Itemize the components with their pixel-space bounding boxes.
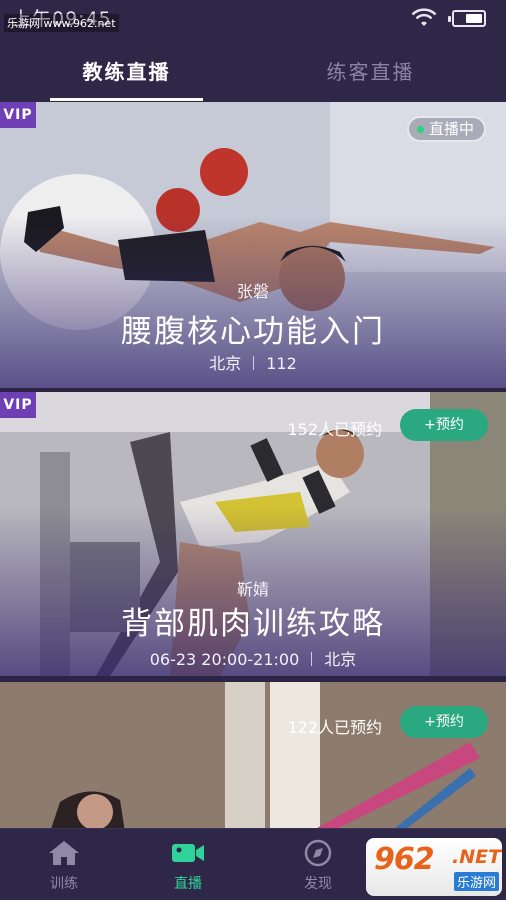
tab-coach-live[interactable]: 教练直播 xyxy=(0,56,253,85)
logo-site-name: 乐游网 xyxy=(454,872,500,891)
nav-label: 训练 xyxy=(50,876,78,892)
coach-name: 张磐 xyxy=(236,282,269,301)
home-icon xyxy=(49,841,79,865)
course-title: 腰腹核心功能入门 xyxy=(121,314,385,350)
booked-count: 122人已预约 xyxy=(287,718,382,737)
active-tab-indicator xyxy=(50,98,203,101)
logo-number: 962 xyxy=(374,842,435,877)
live-tabs: 教练直播 练客直播 xyxy=(0,40,506,102)
battery-icon xyxy=(448,10,486,27)
course-meta: 北京 112 xyxy=(0,350,506,374)
watermark: 乐游网 www.962.net xyxy=(4,14,119,32)
compass-icon xyxy=(304,839,332,867)
nav-live[interactable]: 直播 xyxy=(138,839,238,893)
upcoming-course-card[interactable]: VIP 152人已预约 +预约 靳婧 背部肌肉训练攻略 06-23 20:00-… xyxy=(0,392,506,676)
meta-divider xyxy=(253,356,255,370)
nav-training[interactable]: 训练 xyxy=(14,839,114,893)
logo-suffix: .NET xyxy=(452,846,502,868)
book-button[interactable]: +预约 xyxy=(400,706,488,738)
book-button[interactable]: +预约 xyxy=(400,409,488,441)
meta-divider xyxy=(311,652,313,666)
coach-name: 靳婧 xyxy=(236,580,269,599)
wifi-icon xyxy=(411,8,437,26)
course-title: 背部肌肉训练攻略 xyxy=(121,606,385,642)
upcoming-course-card[interactable]: 122人已预约 +预约 xyxy=(0,682,506,832)
live-course-card[interactable]: VIP 直播中 张磐 腰腹核心功能入门 北京 112 xyxy=(0,102,506,388)
live-status-badge: 直播中 xyxy=(406,116,486,142)
nav-label: 发现 xyxy=(304,876,332,892)
course-photo xyxy=(0,682,506,832)
course-city: 北京 xyxy=(209,354,242,373)
live-status-text: 直播中 xyxy=(428,120,474,138)
nav-label: 直播 xyxy=(174,876,202,892)
booked-count: 152人已预约 xyxy=(287,420,382,439)
vip-badge: VIP xyxy=(0,392,36,418)
site-logo: 962 .NET 乐游网 xyxy=(366,838,502,896)
live-dot-icon xyxy=(416,126,424,133)
status-bar: 上午09:45 乐游网 www.962.net xyxy=(0,0,506,40)
nav-discover[interactable]: 发现 xyxy=(268,839,368,893)
course-meta: 06-23 20:00-21:00 北京 xyxy=(0,646,506,670)
video-camera-icon xyxy=(172,844,204,862)
vip-badge: VIP xyxy=(0,102,36,128)
course-time: 06-23 20:00-21:00 xyxy=(149,650,300,669)
course-city: 北京 xyxy=(324,650,357,669)
tab-member-live[interactable]: 练客直播 xyxy=(244,56,497,85)
viewer-count: 112 xyxy=(266,354,297,373)
